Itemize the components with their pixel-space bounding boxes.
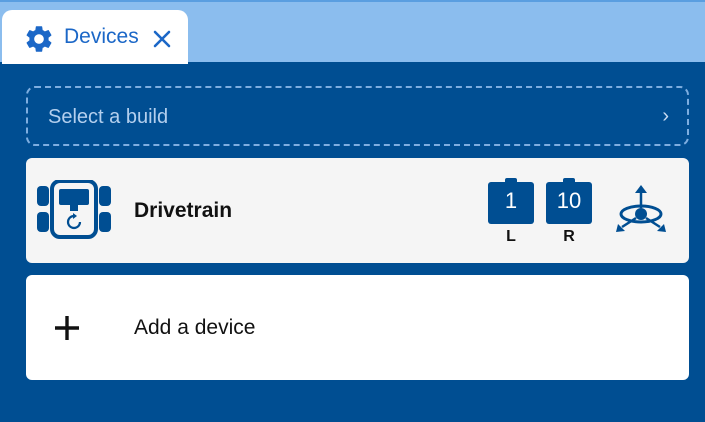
add-device-button[interactable]: Add a device: [26, 275, 689, 380]
port-number: 1: [504, 188, 518, 213]
devices-panel: Devices Select a build › Drivetrain 1 L …: [0, 0, 705, 422]
port-left[interactable]: 1: [488, 178, 534, 224]
tab-devices[interactable]: Devices: [2, 10, 188, 64]
port-right[interactable]: 10: [546, 178, 592, 224]
gear-icon: [26, 26, 52, 52]
tab-strip: Devices: [0, 0, 705, 64]
add-device-label: Add a device: [134, 316, 256, 339]
port-number: 10: [556, 188, 582, 213]
port-side-label: L: [506, 228, 516, 245]
chevron-right-icon: ›: [662, 105, 669, 127]
close-icon[interactable]: [150, 27, 174, 51]
tab-label: Devices: [64, 25, 139, 48]
plus-icon: [55, 316, 79, 340]
drivetrain-icon: [37, 180, 111, 239]
gyro-icon[interactable]: [614, 184, 668, 234]
select-build-dropdown[interactable]: Select a build ›: [26, 86, 689, 146]
device-name: Drivetrain: [134, 199, 233, 222]
device-card-drivetrain[interactable]: Drivetrain 1 L 10 R: [26, 158, 689, 263]
select-build-label: Select a build: [48, 106, 169, 128]
port-side-label: R: [563, 228, 575, 245]
